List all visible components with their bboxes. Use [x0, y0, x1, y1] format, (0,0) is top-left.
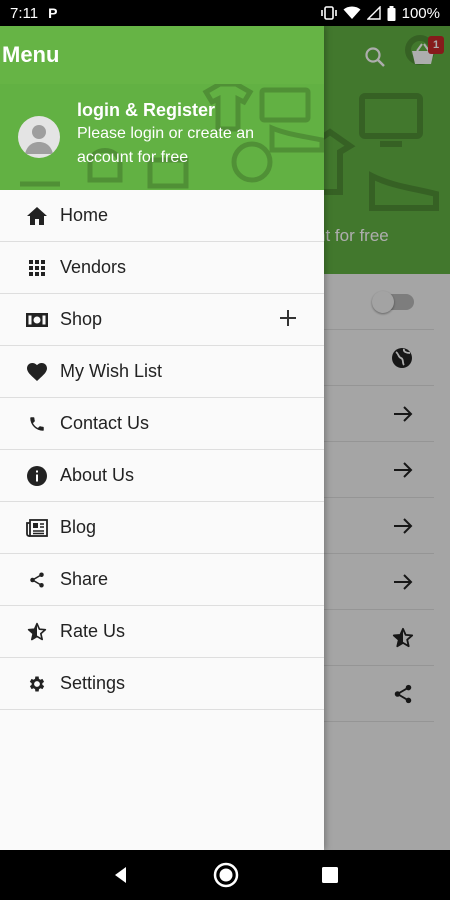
drawer-menu: Home Vendors Shop My Wish List Contact U…: [0, 190, 324, 710]
recents-icon[interactable]: [322, 867, 339, 883]
drawer-app-bar: Menu: [0, 26, 324, 84]
user-avatar: [18, 116, 60, 158]
expand-plus-icon[interactable]: [278, 308, 298, 328]
menu-item-label: Contact Us: [60, 413, 150, 433]
account-header-text: login & Register Please login or create …: [77, 98, 297, 170]
menu-item-share[interactable]: Share: [0, 554, 324, 606]
home-icon: [27, 206, 47, 225]
menu-item-label: Shop: [60, 309, 103, 329]
info-icon: [27, 465, 47, 486]
back-icon[interactable]: [112, 866, 130, 884]
menu-item-contact-us[interactable]: Contact Us: [0, 398, 324, 450]
money-icon: [26, 312, 48, 327]
menu-item-label: Rate Us: [60, 621, 126, 641]
parking-notification-icon: P: [48, 5, 58, 21]
menu-item-wish-list[interactable]: My Wish List: [0, 346, 324, 398]
login-register-title[interactable]: login & Register: [77, 98, 297, 122]
status-bar: 7:11 P 100%: [0, 0, 450, 26]
system-navigation-bar: [0, 850, 450, 900]
navigation-drawer: Menu login & Register Please login or cr…: [0, 26, 324, 850]
login-register-subtitle: Please login or create an account for fr…: [77, 125, 254, 166]
newspaper-icon: [26, 518, 48, 537]
battery-icon: [387, 5, 396, 21]
menu-item-shop[interactable]: Shop: [0, 294, 324, 346]
menu-item-rate-us[interactable]: Rate Us: [0, 606, 324, 658]
menu-item-settings[interactable]: Settings: [0, 658, 324, 710]
menu-item-blog[interactable]: Blog: [0, 502, 324, 554]
menu-item-home[interactable]: Home: [0, 190, 324, 242]
menu-item-vendors[interactable]: Vendors: [0, 242, 324, 294]
heart-icon: [27, 362, 47, 381]
menu-item-label: My Wish List: [60, 361, 163, 381]
gear-icon: [29, 676, 45, 691]
vibrate-icon: [320, 6, 337, 20]
person-icon: [25, 125, 53, 154]
home-circle-icon[interactable]: [213, 862, 239, 888]
drawer-account-header[interactable]: login & Register Please login or create …: [0, 84, 324, 190]
menu-item-label: Home: [60, 205, 109, 225]
menu-item-about-us[interactable]: About Us: [0, 450, 324, 502]
signal-icon: [366, 6, 381, 20]
battery-percent: 100%: [401, 4, 440, 22]
share-icon: [30, 572, 44, 587]
menu-item-label: Share: [60, 569, 109, 589]
grid-icon: [29, 259, 45, 276]
status-time: 7:11: [10, 4, 39, 22]
menu-item-label: Settings: [60, 673, 126, 693]
menu-item-label: About Us: [60, 465, 135, 485]
phone-icon: [30, 416, 44, 431]
menu-item-label: Blog: [60, 517, 97, 537]
drawer-title: Menu: [2, 42, 60, 67]
star-half-icon: [27, 622, 47, 640]
menu-item-label: Vendors: [60, 257, 127, 277]
wifi-icon: [343, 6, 361, 19]
